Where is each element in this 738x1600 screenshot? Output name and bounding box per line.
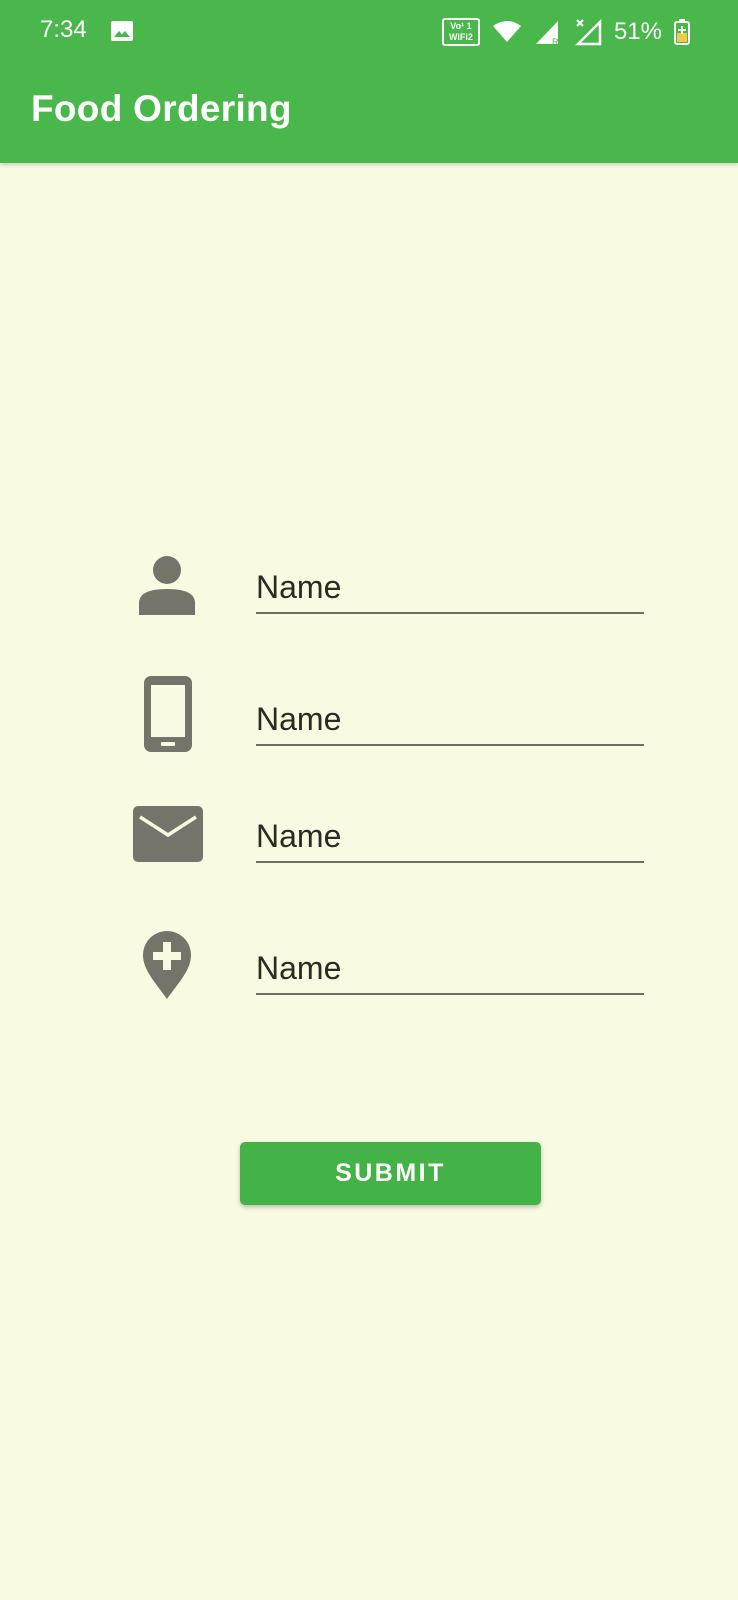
status-time: 7:34 [40,16,87,43]
signal-roaming-icon: R [535,21,559,46]
address-input[interactable] [256,950,644,987]
person-icon [139,556,195,615]
mail-icon [133,806,203,862]
svg-text:R: R [552,37,559,46]
app-header: 7:34 Vo¹ 1 WiFi2 R 51% Food Ordering [0,0,738,163]
signal-no-service-icon [574,18,602,46]
phone-icon [144,676,192,752]
email-field[interactable] [256,811,644,863]
volte-label: Vo¹ 1 [450,21,472,31]
submit-button[interactable]: SUBMIT [240,1142,541,1205]
address-field[interactable] [256,943,644,995]
phone-input[interactable] [256,701,644,738]
image-icon [111,21,133,41]
phone-field[interactable] [256,694,644,746]
status-icons: Vo¹ 1 WiFi2 R 51% [441,16,690,48]
wifi-calling-label: WiFi2 [448,32,473,42]
app-title: Food Ordering [31,88,292,129]
email-input[interactable] [256,818,644,855]
volte-wifi-icon: Vo¹ 1 WiFi2 [441,18,480,46]
battery-charging-icon [674,19,690,45]
wifi-icon [492,21,521,42]
name-field[interactable] [256,562,644,614]
add-location-icon [143,931,191,999]
name-input[interactable] [256,569,644,606]
battery-percent: 51% [613,18,662,45]
